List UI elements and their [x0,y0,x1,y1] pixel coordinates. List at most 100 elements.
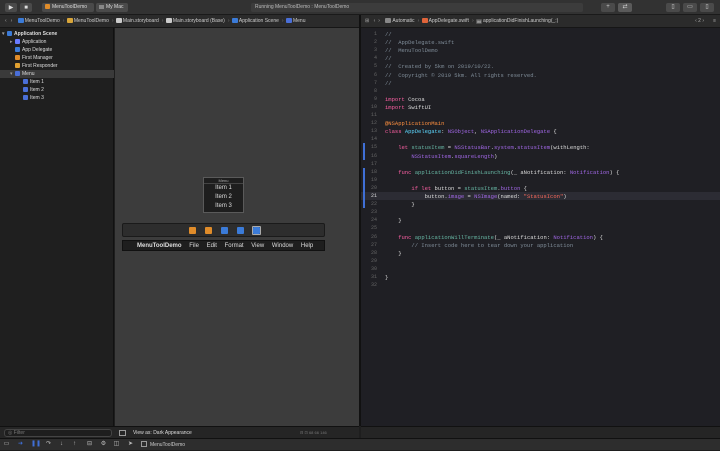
outline-row[interactable]: ▾ Application Scene [0,30,114,38]
menu-app-name[interactable]: MenuToolDemo [137,241,182,252]
run-button[interactable]: ▶ [5,3,17,12]
code-line[interactable]: // MenuToolDemo [385,47,438,54]
menu-window[interactable]: Window [272,241,293,252]
step-out-icon[interactable]: ↑ [71,441,78,448]
code-line[interactable]: import Cocoa [385,96,425,103]
app-delegate-icon[interactable] [205,227,212,234]
code-line[interactable]: class AppDelegate: NSObject, NSApplicati… [385,128,557,135]
debug-target-label[interactable]: MenuToolDemo [150,439,185,451]
code-line[interactable]: // Copyright © 2019 5km. All rights rese… [385,72,537,79]
menu-item[interactable]: Item 3 [204,202,243,211]
source-editor[interactable]: 1 2 3 4 5 6 7 8 9 10 11 12 13 14 15 16 17 18 19 20 21 22 23 24 2… [361,28,720,426]
code-line[interactable]: NSStatusItem.squareLength) [385,153,497,160]
activity-status: Running MenuToolDemo : MenuToolDemo [251,3,583,12]
code-line[interactable]: // AppDelegate.swift [385,39,454,46]
outline-row[interactable]: ▾ Menu [0,70,114,78]
code-line[interactable]: if let button = statusItem.button { [385,185,527,192]
destination-selector[interactable]: My Mac [96,3,128,12]
back-icon[interactable]: ‹ [5,18,7,24]
cube-icon[interactable] [237,227,244,234]
line-number: 16 [370,152,377,159]
outline-row[interactable]: First Manager [0,54,114,62]
menu-view[interactable]: View [251,241,264,252]
memory-graph-icon[interactable]: ⚙ [100,441,107,448]
first-responder-icon[interactable] [221,227,228,234]
console-toggle-icon[interactable]: ▭ [3,441,10,448]
toggle-navigator-button[interactable]: ▯ [666,3,680,12]
review-button[interactable]: ⇄ [618,3,632,12]
toggle-inspector-button[interactable]: ▯ [700,3,714,12]
environment-icon[interactable]: ◫ [113,441,120,448]
code-line[interactable]: let statusItem = NSStatusBar.system.stat… [385,144,590,151]
breadcrumb-method[interactable]: MapplicationDidFinishLaunching(_:) [476,15,558,27]
breadcrumb-scene[interactable]: Application Scene [231,15,279,27]
code-token: import [385,95,405,103]
breakpoints-icon[interactable]: ➜ [17,441,24,448]
breadcrumb-menu[interactable]: Menu [285,15,305,27]
hide-outline-icon[interactable] [119,430,126,436]
breadcrumb-project[interactable]: MenuToolDemo [17,15,60,27]
view-hierarchy-icon[interactable]: ⊟ [86,441,93,448]
step-into-icon[interactable]: ↓ [58,441,65,448]
forward-icon[interactable]: › [11,18,13,24]
breadcrumb-folder[interactable]: MenuToolDemo [66,15,109,27]
code-token: ) { [592,233,603,241]
code-line[interactable]: func applicationDidFinishLaunching(_ aNo… [385,169,619,176]
code-line[interactable]: } [385,201,414,208]
code-line[interactable]: button.image = NSImage(named: "StatusIco… [385,193,567,200]
editor-options-icon[interactable]: ≡ [713,15,716,27]
code-line[interactable]: } [385,217,401,224]
code-line[interactable]: } [385,250,401,257]
menu-item[interactable]: Item 1 [204,184,243,193]
code-line[interactable]: // Created by 5km on 2019/10/22. [385,63,494,70]
plus-icon: + [606,4,610,10]
code-line[interactable]: // [385,80,392,87]
menu-object-icon[interactable] [252,226,261,235]
stop-button[interactable]: ■ [20,3,32,12]
code-line[interactable]: @NSApplicationMain [385,120,444,127]
code-token: button [500,184,521,192]
outline-row[interactable]: Item 3 [0,94,114,102]
outline-row[interactable]: App Delegate [0,46,114,54]
step-over-icon[interactable]: ↷ [45,441,52,448]
code-line[interactable]: // [385,55,392,62]
related-items-icon[interactable]: ⊞ [365,18,369,24]
back-icon[interactable]: ‹ [374,18,376,24]
application-icon[interactable] [189,227,196,234]
outline-row[interactable]: Item 2 [0,86,114,94]
line-number: 15 [370,144,377,151]
line-number: 13 [370,128,377,135]
outline-object-icon [15,63,20,68]
menu-help[interactable]: Help [301,241,313,252]
code-token: // AppDelegate.swift [385,39,455,47]
menu-file[interactable]: File [189,241,199,252]
counterpart-nav[interactable]: ‹ 2 › [695,15,704,27]
scheme-selector[interactable]: MenuToolDemo [42,3,94,12]
code-line[interactable]: } [385,274,388,281]
code-line[interactable]: // [385,31,392,38]
code-line[interactable]: func applicationWillTerminate(_ aNotific… [385,234,603,241]
code-token: NSImage [474,193,498,200]
outline-filter-field[interactable]: ◎ Filter [4,429,112,437]
location-icon[interactable]: ➤ [127,441,134,448]
code-line[interactable]: // Insert code here to tear down your ap… [385,242,573,249]
forward-icon[interactable]: › [378,18,380,24]
breadcrumb-automatic[interactable]: Automatic [385,15,415,27]
menu-object[interactable]: Menu Item 1 Item 2 Item 3 [203,177,244,213]
breadcrumb-storyboard[interactable]: Main.storyboard [115,15,159,27]
line-number: 29 [370,257,377,264]
menu-edit[interactable]: Edit [207,241,217,252]
filter-placeholder: Filter [13,430,25,436]
outline-object-icon [23,95,28,100]
pause-icon[interactable]: ❚❚ [31,441,41,448]
toggle-debug-button[interactable]: ▭ [683,3,697,12]
library-button[interactable]: + [601,3,615,12]
code-line[interactable]: import SwiftUI [385,104,431,111]
outline-row[interactable]: Item 1 [0,78,114,86]
menu-format[interactable]: Format [225,241,244,252]
outline-row[interactable]: First Responder [0,62,114,70]
menu-item[interactable]: Item 2 [204,193,243,202]
breadcrumb-storyboard-base[interactable]: Main.storyboard (Base) [165,15,225,27]
outline-row[interactable]: ▸ Application [0,38,114,46]
breadcrumb-file[interactable]: AppDelegate.swift [421,15,469,27]
